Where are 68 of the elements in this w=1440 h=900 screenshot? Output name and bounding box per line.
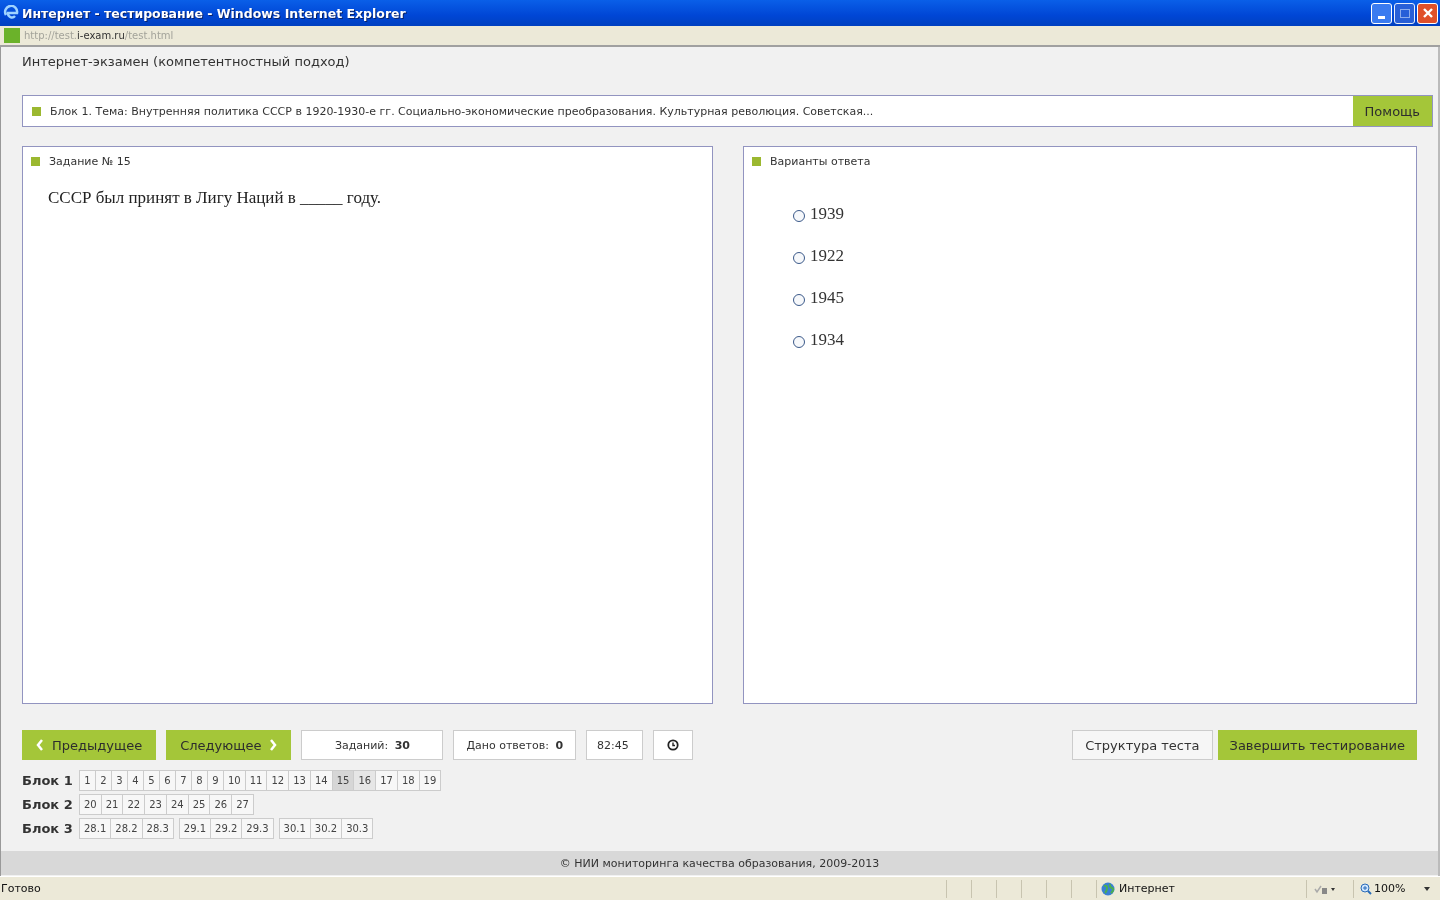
tasks-count: Заданий: 30 [301, 730, 444, 760]
page-title: Интернет-экзамен (компетентностный подход) [21, 53, 351, 71]
answers-heading: Варианты ответа [770, 155, 871, 168]
block-label: Блок 3 [22, 821, 74, 836]
answer-option[interactable]: 1945 [793, 288, 844, 308]
answer-option[interactable]: 1939 [793, 204, 844, 224]
question-text: СССР был принят в Лигу Наций в _____ году. [47, 187, 383, 208]
help-button[interactable]: Помощь [1352, 96, 1432, 126]
window-title: Интернет - тестирование - Windows Internet Explorer [22, 5, 407, 21]
radio-button[interactable] [793, 251, 805, 264]
radio-button[interactable] [793, 293, 805, 306]
question-number-link[interactable]: 29.3 [241, 818, 274, 839]
bullet-icon [32, 106, 41, 116]
restore-button[interactable] [1394, 2, 1415, 24]
finish-button[interactable]: Завершить тестирование [1217, 730, 1417, 760]
dropdown-caret-icon [1423, 884, 1432, 893]
zoom-level[interactable]: 100% [1353, 879, 1440, 898]
timer-display: 82:45 [586, 730, 644, 760]
question-number-link[interactable]: 27 [231, 794, 254, 815]
status-text: Готово [0, 882, 41, 895]
question-number-link[interactable]: 17 [375, 770, 398, 791]
question-number-link[interactable]: 26 [209, 794, 233, 815]
question-number-link[interactable]: 10 [223, 770, 246, 791]
question-number-link[interactable]: 29.2 [210, 818, 243, 839]
minimize-button[interactable] [1371, 2, 1392, 24]
clock-button[interactable] [653, 730, 694, 760]
chevron-left-icon [36, 739, 44, 751]
clock-icon [667, 739, 680, 751]
answer-option[interactable]: 1922 [793, 246, 844, 266]
answer-option[interactable]: 1934 [793, 330, 844, 350]
question-number-link[interactable]: 16 [353, 770, 377, 791]
close-x-icon [1421, 7, 1434, 19]
copyright-text: © НИИ мониторинга качества образования, 2009-2013 [559, 856, 880, 870]
question-number-link[interactable]: 29.1 [178, 818, 212, 839]
question-number-link[interactable]: 28.1 [79, 818, 112, 839]
next-button[interactable]: Следующее [166, 730, 292, 760]
previous-button[interactable]: Предыдущее [22, 730, 157, 760]
question-number-link[interactable]: 14 [309, 770, 333, 791]
question-number-link[interactable]: 22 [122, 794, 146, 815]
question-number-link[interactable]: 30.1 [278, 818, 311, 839]
site-favicon-icon [4, 28, 20, 43]
question-number-link[interactable]: 28.3 [141, 818, 174, 839]
bullet-icon [752, 157, 761, 166]
browser-logo-icon [3, 5, 19, 21]
question-number-link[interactable]: 18 [396, 770, 420, 791]
zoom-magnifier-icon [1360, 882, 1372, 895]
question-number-link[interactable]: 30.3 [341, 818, 374, 839]
question-number-link[interactable]: 12 [266, 770, 290, 791]
question-number-link[interactable]: 23 [144, 794, 167, 815]
topic-text: Блок 1. Тема: Внутренняя политика СССР в 1920-1930-е гг. Социально-экономические преобразования. Культурная революция. Советская... [50, 104, 875, 118]
question-number-link[interactable]: 24 [165, 794, 189, 815]
question-number-link[interactable]: 13 [288, 770, 311, 791]
answered-count: Дано ответов: 0 [453, 730, 577, 760]
block-label: Блок 2 [22, 797, 74, 812]
question-number-link[interactable]: 20 [79, 794, 102, 815]
block-label: Блок 1 [22, 773, 74, 788]
question-heading: Задание № 15 [49, 155, 131, 168]
test-structure-button[interactable]: Структура теста [1072, 730, 1213, 760]
radio-button[interactable] [793, 335, 805, 348]
close-button[interactable] [1417, 2, 1438, 24]
address-text[interactable]: http://test.i-exam.ru/test.html [24, 30, 174, 41]
radio-button[interactable] [793, 209, 805, 222]
chevron-right-icon [269, 739, 278, 751]
bullet-icon [31, 157, 40, 166]
question-number-link[interactable]: 28.2 [110, 818, 143, 839]
globe-icon [1101, 881, 1115, 896]
security-zone: Интернет [1096, 879, 1306, 898]
question-number-link[interactable]: 19 [418, 770, 442, 791]
